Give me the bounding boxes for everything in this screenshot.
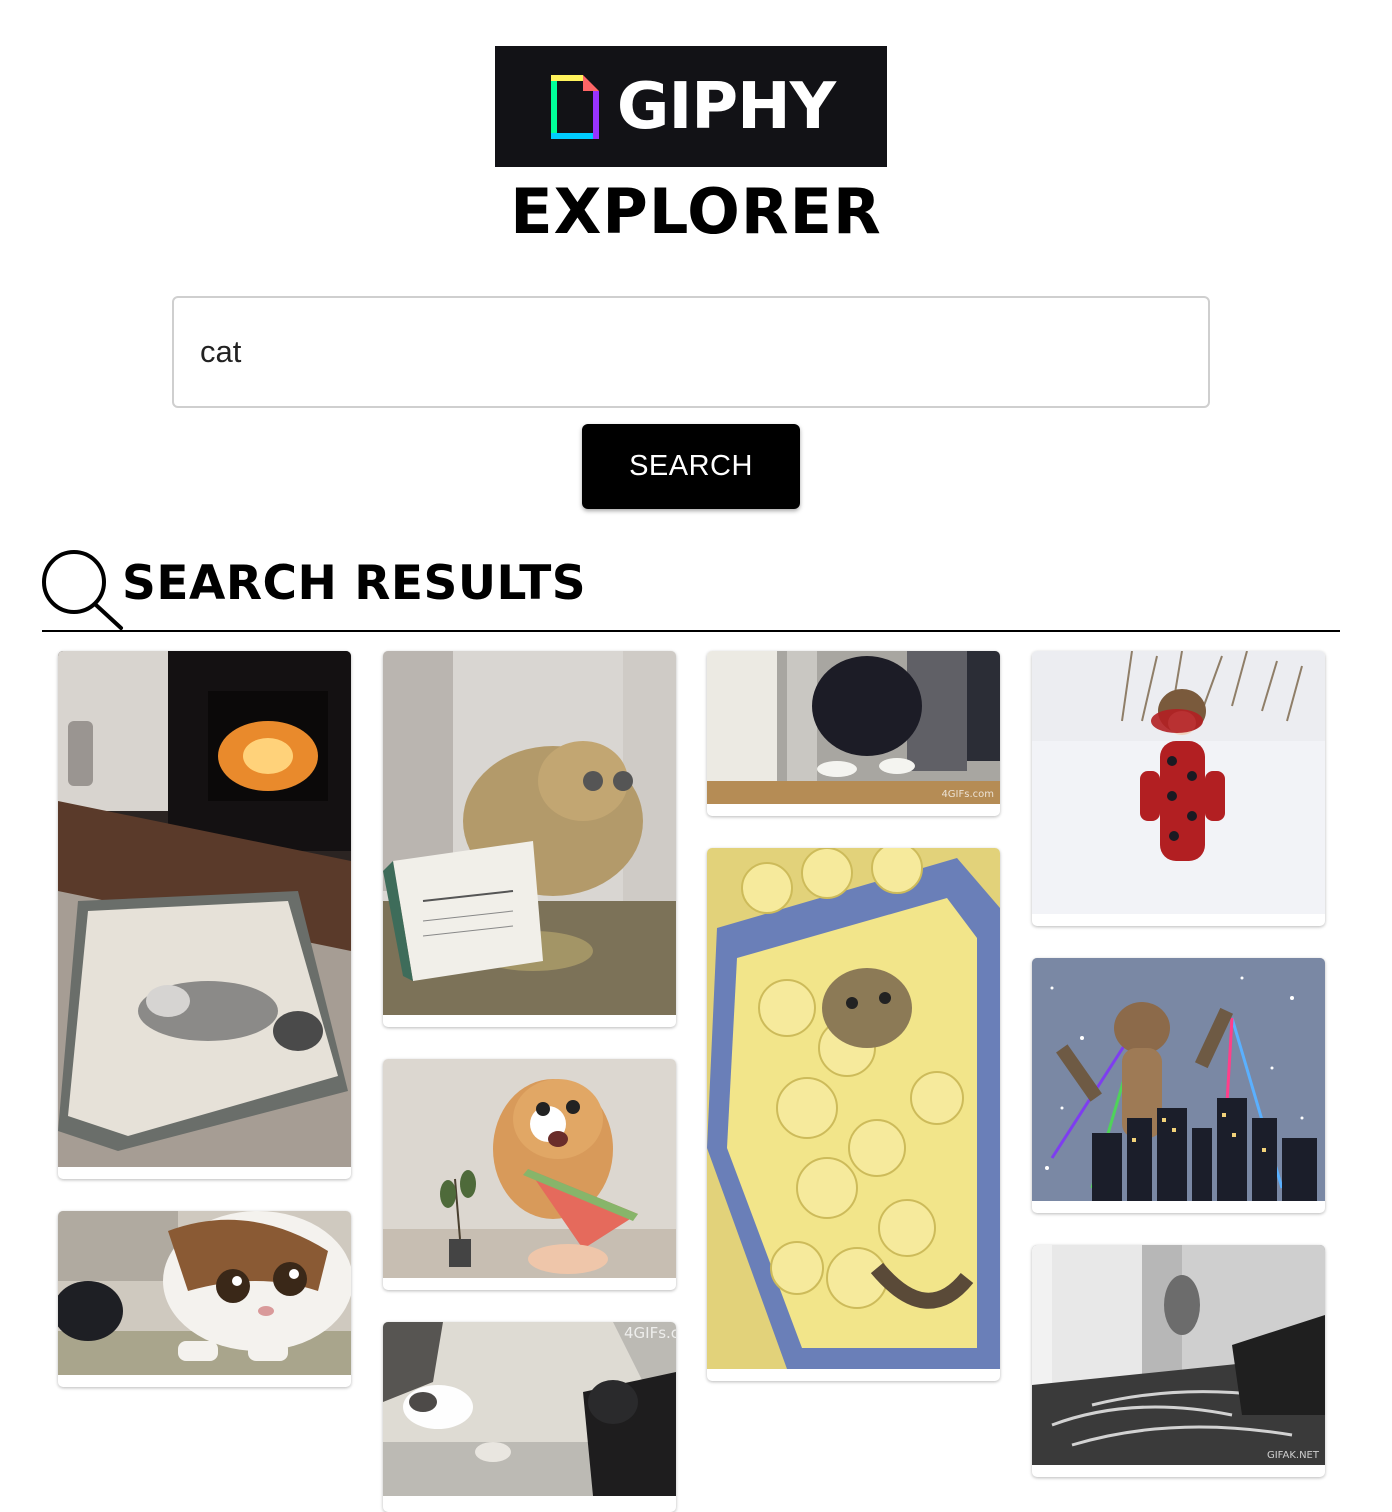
search-button[interactable]: SEARCH	[582, 424, 800, 509]
results-header: SEARCH RESULTS	[42, 546, 1340, 632]
giphy-logo-icon	[550, 74, 599, 139]
gif-image	[58, 651, 351, 1167]
gif-watermark: GIFAK.NET	[1266, 1450, 1319, 1461]
gif-image	[707, 848, 1000, 1369]
giphy-logo: GIPHY	[495, 46, 887, 167]
gif-image	[383, 651, 676, 1015]
gif-card[interactable]	[707, 848, 1000, 1381]
gif-image	[58, 1211, 351, 1375]
gif-card[interactable]	[383, 1059, 676, 1290]
gif-card[interactable]	[58, 651, 351, 1179]
gif-card[interactable]: 4GIFs.com	[707, 651, 1000, 816]
logo-wordmark: GIPHY	[616, 69, 836, 144]
gif-card[interactable]	[383, 651, 676, 1027]
gif-card[interactable]: GIFAK.NET	[1032, 1245, 1325, 1477]
gif-image: 4GIFs.com	[383, 1322, 676, 1496]
gif-card[interactable]	[58, 1211, 351, 1387]
magnifier-icon	[42, 550, 123, 630]
gif-image	[1032, 958, 1325, 1201]
gif-watermark: 4GIFs.com	[624, 1324, 676, 1342]
page-subtitle: EXPLORER	[510, 175, 882, 248]
gif-image	[383, 1059, 676, 1278]
gif-card[interactable]	[1032, 958, 1325, 1213]
search-input[interactable]	[172, 296, 1210, 408]
gif-image: GIFAK.NET	[1032, 1245, 1325, 1465]
gif-card[interactable]	[1032, 651, 1325, 926]
gif-card[interactable]: 4GIFs.com	[383, 1322, 676, 1512]
gif-watermark: 4GIFs.com	[941, 789, 994, 800]
gif-image	[1032, 651, 1325, 914]
results-title: SEARCH RESULTS	[122, 556, 587, 611]
gif-image: 4GIFs.com	[707, 651, 1000, 804]
